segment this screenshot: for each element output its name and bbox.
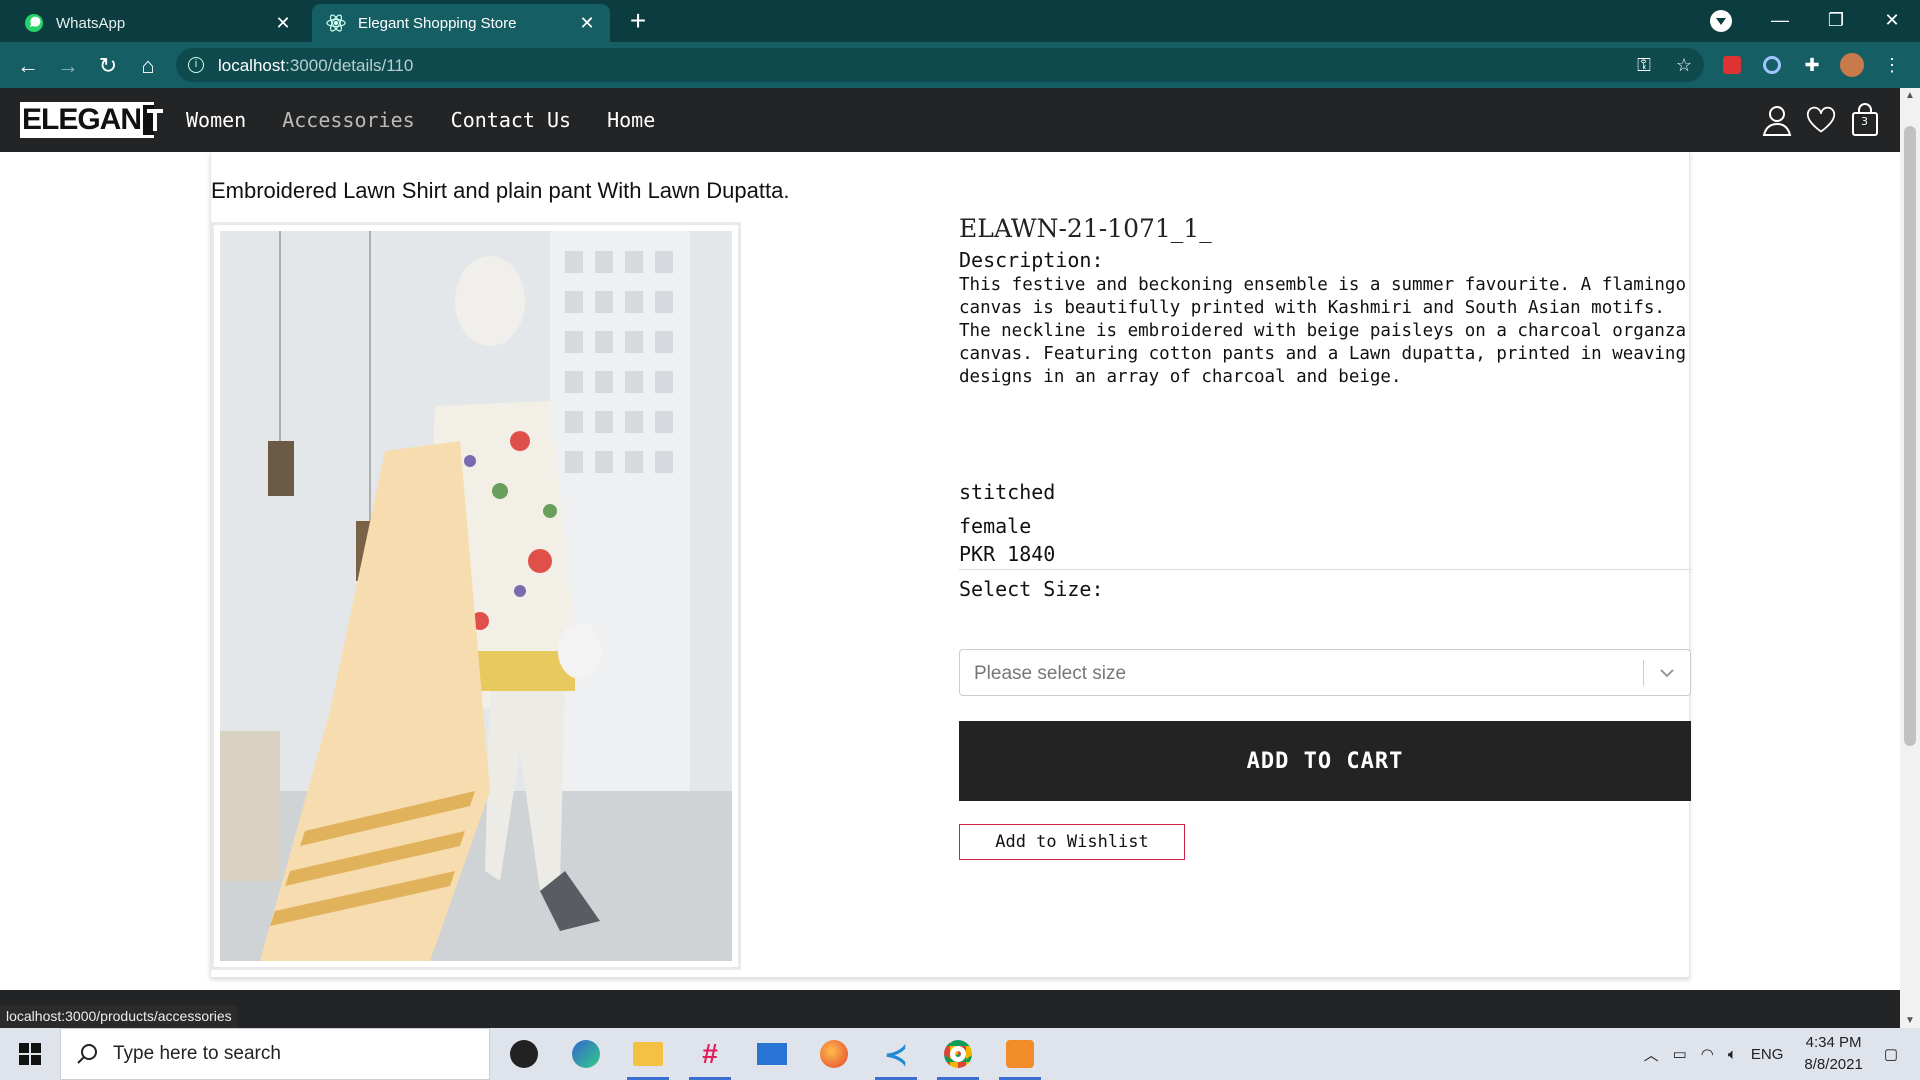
whatsapp-icon: [24, 13, 44, 33]
size-select[interactable]: Please select size: [959, 649, 1691, 696]
react-icon: [326, 13, 346, 33]
scroll-up-icon[interactable]: ▲: [1905, 90, 1915, 101]
key-icon[interactable]: ⚿: [1624, 48, 1664, 82]
new-tab-icon[interactable]: +: [622, 6, 654, 38]
search-icon: [77, 1044, 97, 1064]
language-indicator[interactable]: ENG: [1751, 1046, 1784, 1063]
user-icon[interactable]: [1762, 102, 1792, 138]
extension-red-icon[interactable]: [1712, 48, 1752, 82]
close-tab-icon[interactable]: ✕: [578, 13, 596, 34]
size-select-placeholder: Please select size: [974, 663, 1127, 684]
extension-circle-icon[interactable]: [1752, 48, 1792, 82]
product-image: [211, 222, 741, 970]
shopping-bag-icon[interactable]: 3: [1850, 102, 1880, 138]
site-logo[interactable]: ELEGAN: [20, 102, 163, 138]
product-price: PKR 1840: [959, 542, 1056, 566]
clock-time: 4:34 PM: [1805, 1034, 1862, 1051]
windows-taskbar: Type here to search # ≺ ︿ ▭ ◠ 🔈︎ ENG 4:3…: [0, 1028, 1920, 1080]
product-card: Embroidered Lawn Shirt and plain pant Wi…: [210, 152, 1691, 978]
product-description: This festive and beckoning ensemble is a…: [959, 275, 1686, 387]
notifications-icon[interactable]: ▢: [1884, 1045, 1898, 1063]
system-tray: ︿ ▭ ◠ 🔈︎ ENG 4:34 PM 8/8/2021 ▢: [1637, 1028, 1920, 1080]
battery-icon[interactable]: ▭: [1673, 1045, 1687, 1063]
product-title: Embroidered Lawn Shirt and plain pant Wi…: [211, 178, 790, 203]
browser-tab-strip: WhatsApp ✕ Elegant Shopping Store ✕ + — …: [0, 0, 1920, 42]
heart-icon[interactable]: [1806, 102, 1836, 138]
browser-menu-icon[interactable]: ⋮: [1872, 48, 1912, 82]
close-tab-icon[interactable]: ✕: [274, 13, 292, 34]
nav-accessories[interactable]: Accessories: [282, 108, 414, 132]
tab-whatsapp[interactable]: WhatsApp ✕: [10, 4, 306, 42]
tab-title: WhatsApp: [56, 14, 126, 32]
taskbar-search[interactable]: Type here to search: [60, 1028, 490, 1080]
home-icon[interactable]: ⌂: [132, 50, 164, 82]
extensions-puzzle-icon[interactable]: ✚: [1792, 48, 1832, 82]
status-bar-url: localhost:3000/products/accessories: [0, 1005, 238, 1028]
site-info-icon[interactable]: i: [188, 57, 204, 73]
clock[interactable]: 4:34 PM 8/8/2021: [1804, 1032, 1862, 1076]
chevron-down-icon[interactable]: [1658, 664, 1676, 682]
product-sku: ELAWN-21-1071_1_: [959, 214, 1212, 243]
close-window-icon[interactable]: ✕: [1864, 0, 1920, 40]
windows-start-icon[interactable]: [0, 1028, 60, 1080]
taskbar-apps: # ≺: [493, 1028, 1051, 1080]
tab-title: Elegant Shopping Store: [358, 14, 517, 32]
orange-app-icon[interactable]: [989, 1028, 1051, 1080]
nav-women[interactable]: Women: [186, 108, 246, 132]
main-nav: Women Accessories Contact Us Home: [186, 88, 691, 152]
nav-icons: 3: [1762, 88, 1880, 152]
forward-icon[interactable]: →: [52, 50, 84, 82]
description-label: Description:: [959, 248, 1104, 272]
volume-icon[interactable]: 🔈︎: [1728, 1046, 1737, 1063]
add-to-cart-button[interactable]: ADD TO CART: [959, 721, 1691, 801]
scrollbar-thumb[interactable]: [1904, 126, 1916, 746]
show-hidden-icons[interactable]: ︿: [1644, 1044, 1659, 1065]
site-navbar: ELEGAN Women Accessories Contact Us Home…: [0, 88, 1900, 152]
address-bar[interactable]: i localhost:3000/details/110 ⚿ ☆: [176, 48, 1704, 82]
cart-count-badge: 3: [1861, 115, 1868, 128]
site-footer: [0, 990, 1900, 1028]
edge-icon[interactable]: [555, 1028, 617, 1080]
profile-avatar[interactable]: [1832, 48, 1872, 82]
file-explorer-icon[interactable]: [617, 1028, 679, 1080]
tshirt-logo-icon: [143, 105, 163, 135]
taskbar-search-placeholder: Type here to search: [113, 1043, 281, 1064]
tab-elegant-shopping-store[interactable]: Elegant Shopping Store ✕: [312, 4, 610, 42]
nav-contact-us[interactable]: Contact Us: [451, 108, 571, 132]
scroll-down-icon[interactable]: ▼: [1905, 1015, 1915, 1026]
back-icon[interactable]: ←: [12, 50, 44, 82]
browser-toolbar: ← → ↻ ⌂ i localhost:3000/details/110 ⚿ ☆…: [0, 42, 1920, 88]
window-controls: — ❐ ✕: [1752, 0, 1920, 40]
url-text: localhost:3000/details/110: [218, 56, 414, 75]
firefox-icon[interactable]: [803, 1028, 865, 1080]
size-label: Select Size:: [959, 577, 1104, 601]
vscode-icon[interactable]: ≺: [865, 1028, 927, 1080]
bookmark-star-icon[interactable]: ☆: [1664, 48, 1704, 82]
tab-search-icon[interactable]: [1710, 10, 1732, 32]
clock-date: 8/8/2021: [1804, 1056, 1863, 1073]
github-icon[interactable]: [493, 1028, 555, 1080]
page-scrollbar[interactable]: ▲ ▼: [1900, 88, 1920, 1028]
gender: female: [959, 514, 1032, 538]
slack-icon[interactable]: #: [679, 1028, 741, 1080]
chrome-icon[interactable]: [927, 1028, 989, 1080]
product-photo: [220, 231, 732, 961]
wifi-icon[interactable]: ◠: [1701, 1045, 1714, 1063]
stitch-type: stitched: [959, 480, 1056, 504]
restore-icon[interactable]: ❐: [1808, 0, 1864, 40]
mail-icon[interactable]: [741, 1028, 803, 1080]
nav-home[interactable]: Home: [607, 108, 655, 132]
select-separator: [1643, 660, 1644, 686]
reload-icon[interactable]: ↻: [92, 50, 124, 82]
minimize-icon[interactable]: —: [1752, 0, 1808, 40]
add-to-wishlist-button[interactable]: Add to Wishlist: [959, 824, 1185, 860]
divider: [959, 569, 1691, 570]
page-viewport: ELEGAN Women Accessories Contact Us Home…: [0, 88, 1900, 1028]
